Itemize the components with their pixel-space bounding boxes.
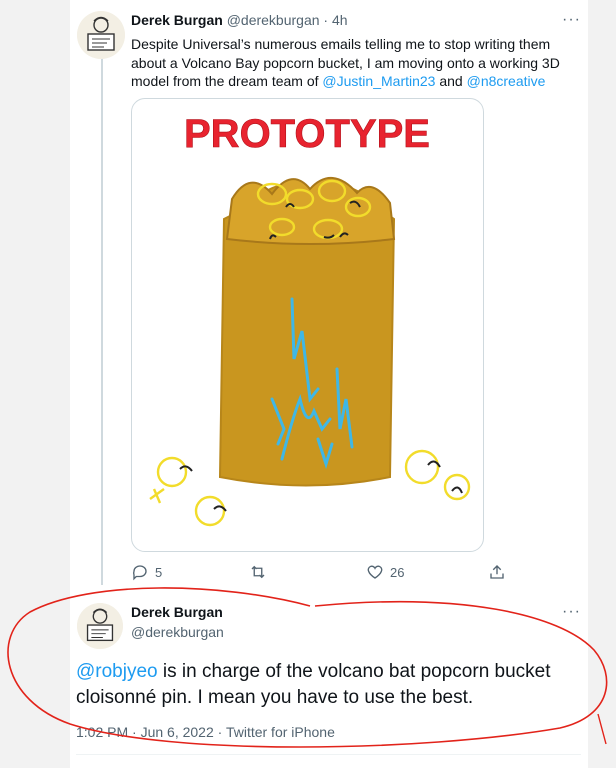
author-name[interactable]: Derek Burgan [131, 12, 223, 28]
thread-connector-line [101, 50, 103, 585]
more-options-button[interactable]: ··· [562, 603, 581, 621]
tweet-image[interactable]: PROTOTYPE [131, 98, 484, 552]
reply-button[interactable]: 5 [131, 563, 162, 581]
image-headline: PROTOTYPE [184, 112, 430, 156]
author-name[interactable]: Derek Burgan [131, 604, 223, 620]
more-options-button[interactable]: ··· [562, 11, 581, 29]
like-count: 26 [390, 564, 405, 580]
page-gutter-left [0, 0, 70, 768]
reply-count: 5 [155, 564, 163, 580]
retweet-icon [251, 565, 265, 579]
avatar-illustration-icon [77, 603, 123, 649]
tweet-text: @robjyeo is in charge of the volcano bat… [76, 659, 596, 711]
retweet-button[interactable] [249, 563, 273, 581]
share-icon [490, 565, 504, 579]
prototype-drawing: PROTOTYPE [149, 112, 471, 527]
author-handle[interactable]: @derekburgan [131, 624, 224, 640]
tweet-actions: 5 26 [131, 563, 511, 585]
tweet-time[interactable]: · 4h [323, 12, 347, 28]
divider [76, 754, 581, 755]
tweet-text: Despite Universal’s numerous emails tell… [131, 35, 581, 91]
page-gutter-right [588, 0, 616, 768]
share-button[interactable] [488, 563, 506, 581]
author-handle[interactable]: @derekburgan [227, 12, 320, 28]
heart-icon [367, 565, 383, 579]
mention-link[interactable]: @robjyeo [76, 661, 158, 682]
mention-link[interactable]: @n8creative [467, 73, 546, 89]
tweet-timestamp[interactable]: 1:02 PM · Jun 6, 2022 · Twitter for iPho… [76, 724, 335, 740]
avatar[interactable] [77, 11, 125, 59]
mention-link[interactable]: @Justin_Martin23 [322, 73, 435, 89]
avatar[interactable] [77, 603, 123, 649]
like-button[interactable]: 26 [366, 563, 404, 581]
reply-icon [132, 565, 147, 581]
avatar-illustration-icon [77, 11, 125, 59]
tweet-header: Derek Burgan @derekburgan · 4h [131, 12, 348, 28]
tweet-text-and: and [435, 73, 467, 89]
